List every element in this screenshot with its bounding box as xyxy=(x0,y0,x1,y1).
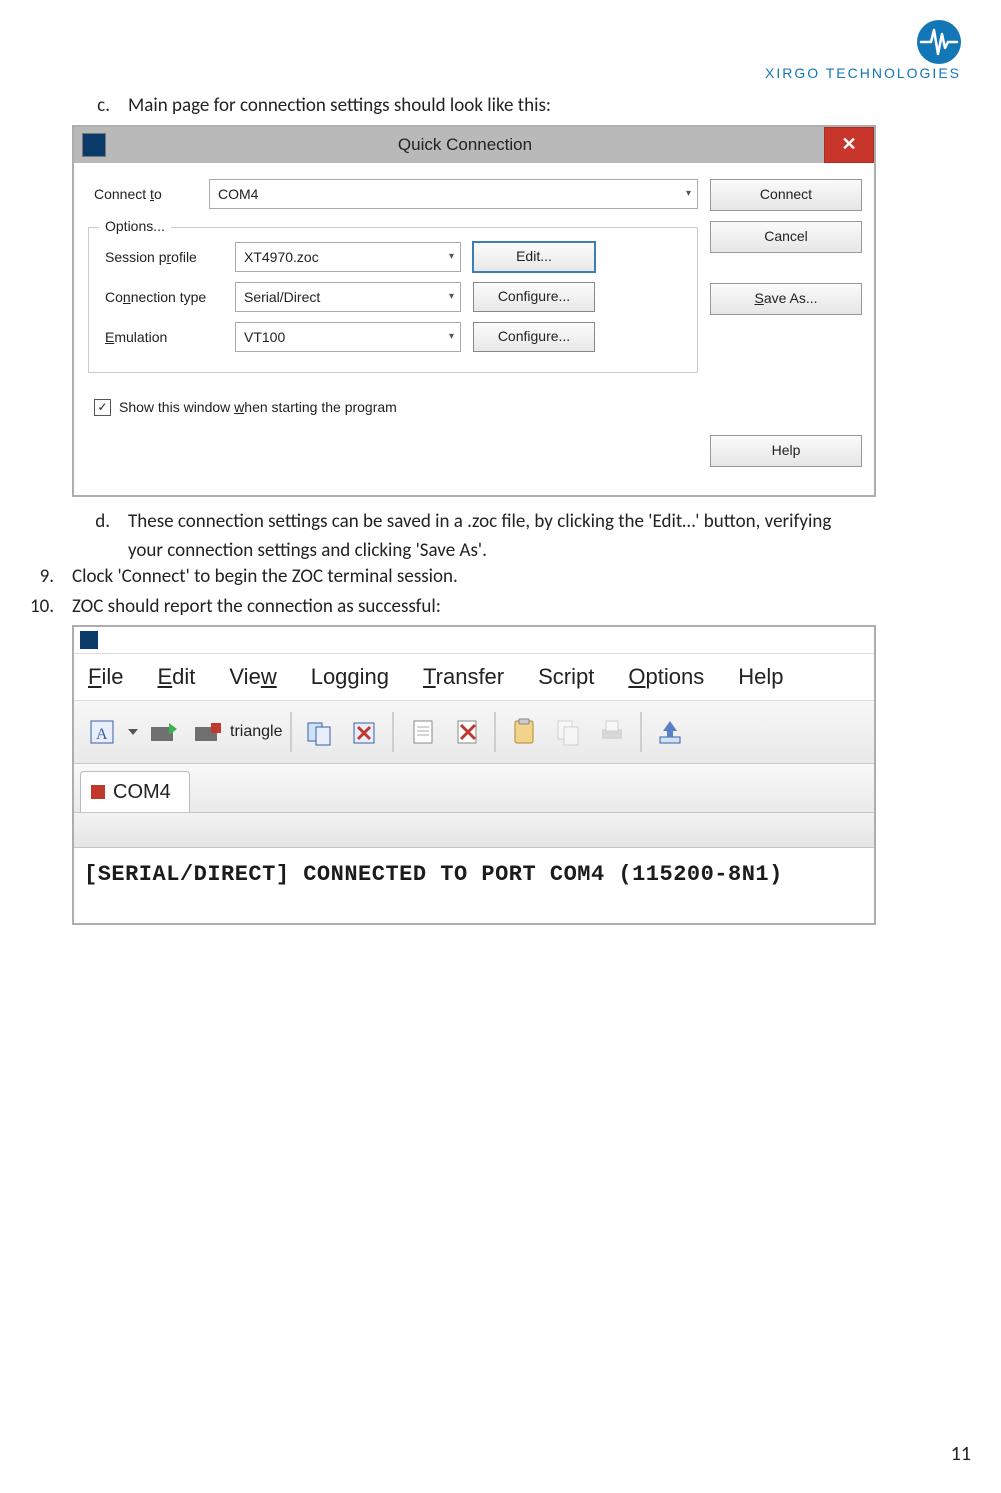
list-text-c: Main page for connection settings should… xyxy=(128,93,971,119)
toolbar-doc-icon[interactable] xyxy=(402,712,442,752)
connect-to-value: COM4 xyxy=(218,186,258,202)
list-marker-9: 9. xyxy=(0,564,72,590)
quick-connection-dialog: Quick Connection ✕ Connect to COM4 ▾ Opt… xyxy=(72,125,876,497)
tab-status-icon xyxy=(91,785,105,799)
tab-label: COM4 xyxy=(113,781,171,804)
chevron-down-icon: ▾ xyxy=(449,251,454,262)
connect-button[interactable]: Connect xyxy=(710,179,862,211)
show-on-start-checkbox[interactable]: ✓ xyxy=(94,399,111,416)
toolbar: A triangle xyxy=(74,701,874,764)
svg-text:A: A xyxy=(96,726,108,743)
terminal-titlebar xyxy=(74,627,874,654)
cancel-button[interactable]: Cancel xyxy=(710,221,862,253)
connect-to-label: Connect to xyxy=(88,186,209,202)
chevron-down-icon: ▾ xyxy=(449,331,454,342)
list-marker-c: c. xyxy=(40,93,128,119)
emulation-combo[interactable]: VT100 ▾ xyxy=(235,322,461,352)
emulation-label: Emulation xyxy=(103,329,235,345)
edit-button[interactable]: Edit... xyxy=(473,242,595,272)
session-profile-label: Session profile xyxy=(103,249,235,265)
help-button[interactable]: Help xyxy=(710,435,862,467)
menu-bar: File Edit View Logging Transfer Script O… xyxy=(74,654,874,701)
menu-transfer[interactable]: Transfer xyxy=(423,664,504,690)
chevron-down-icon: ▾ xyxy=(686,188,691,199)
logo-icon xyxy=(917,20,961,64)
terminal-output-area: [SERIAL/DIRECT] CONNECTED TO PORT COM4 (… xyxy=(74,848,874,923)
chevron-down-icon: ▾ xyxy=(449,291,454,302)
configure-emulation-button[interactable]: Configure... xyxy=(473,322,595,352)
app-icon xyxy=(80,631,98,649)
list-marker-10: 10. xyxy=(0,594,72,620)
save-as-button[interactable]: Save As... xyxy=(710,283,862,315)
options-legend: Options... xyxy=(99,218,171,234)
configure-connection-button[interactable]: Configure... xyxy=(473,282,595,312)
menu-edit[interactable]: Edit xyxy=(157,664,195,690)
toolbar-addressbook-icon[interactable]: A xyxy=(82,712,122,752)
connection-type-value: Serial/Direct xyxy=(244,289,320,305)
toolbar-disconnect-icon[interactable] xyxy=(186,712,226,752)
emulation-value: VT100 xyxy=(244,329,285,345)
toolbar-doc-cancel-icon[interactable] xyxy=(446,712,486,752)
menu-file[interactable]: File xyxy=(88,664,123,690)
menu-options[interactable]: Options xyxy=(628,664,704,690)
menu-script[interactable]: Script xyxy=(538,664,594,690)
options-fieldset: Options... Session profile XT4970.zoc ▾ … xyxy=(88,227,698,373)
address-bar xyxy=(74,813,874,848)
show-on-start-label: Show this window when starting the progr… xyxy=(119,399,397,415)
dialog-titlebar: Quick Connection ✕ xyxy=(74,127,874,163)
toolbar-print-icon[interactable] xyxy=(592,712,632,752)
header-logo: XIRGO TECHNOLOGIES xyxy=(30,20,971,83)
zoc-terminal-window: File Edit View Logging Transfer Script O… xyxy=(72,625,876,925)
app-icon xyxy=(82,133,106,157)
list-text-d-line2: your connection settings and clicking 'S… xyxy=(128,538,971,564)
dialog-title: Quick Connection xyxy=(106,135,824,155)
toolbar-tabs-icon[interactable] xyxy=(300,712,340,752)
connect-to-combo[interactable]: COM4 ▾ xyxy=(209,179,698,209)
session-profile-combo[interactable]: XT4970.zoc ▾ xyxy=(235,242,461,272)
session-profile-value: XT4970.zoc xyxy=(244,249,319,265)
terminal-output-line: [SERIAL/DIRECT] CONNECTED TO PORT COM4 (… xyxy=(84,862,864,887)
page-number: 11 xyxy=(951,1442,971,1466)
menu-help[interactable]: Help xyxy=(738,664,783,690)
toolbar-paste-icon[interactable] xyxy=(504,712,544,752)
connection-type-combo[interactable]: Serial/Direct ▾ xyxy=(235,282,461,312)
toolbar-download-icon[interactable] xyxy=(650,712,690,752)
toolbar-dropdown-icon[interactable] xyxy=(128,729,138,735)
menu-view[interactable]: View xyxy=(229,664,276,690)
logo-text: XIRGO TECHNOLOGIES xyxy=(765,65,961,81)
toolbar-connect-icon[interactable] xyxy=(142,712,182,752)
close-button[interactable]: ✕ xyxy=(824,127,874,163)
toolbar-copy-icon[interactable] xyxy=(548,712,588,752)
connection-type-label: Connection type xyxy=(103,289,235,305)
tab-com4[interactable]: COM4 xyxy=(80,771,190,812)
toolbar-close-tab-icon[interactable] xyxy=(344,712,384,752)
tab-bar: COM4 xyxy=(74,764,874,813)
menu-logging[interactable]: Logging xyxy=(311,664,389,690)
list-marker-d: d. xyxy=(40,509,128,535)
list-text-9: Clock 'Connect' to begin the ZOC termina… xyxy=(72,564,971,590)
list-text-d-line1: These connection settings can be saved i… xyxy=(128,509,971,535)
list-text-10: ZOC should report the connection as succ… xyxy=(72,594,971,620)
